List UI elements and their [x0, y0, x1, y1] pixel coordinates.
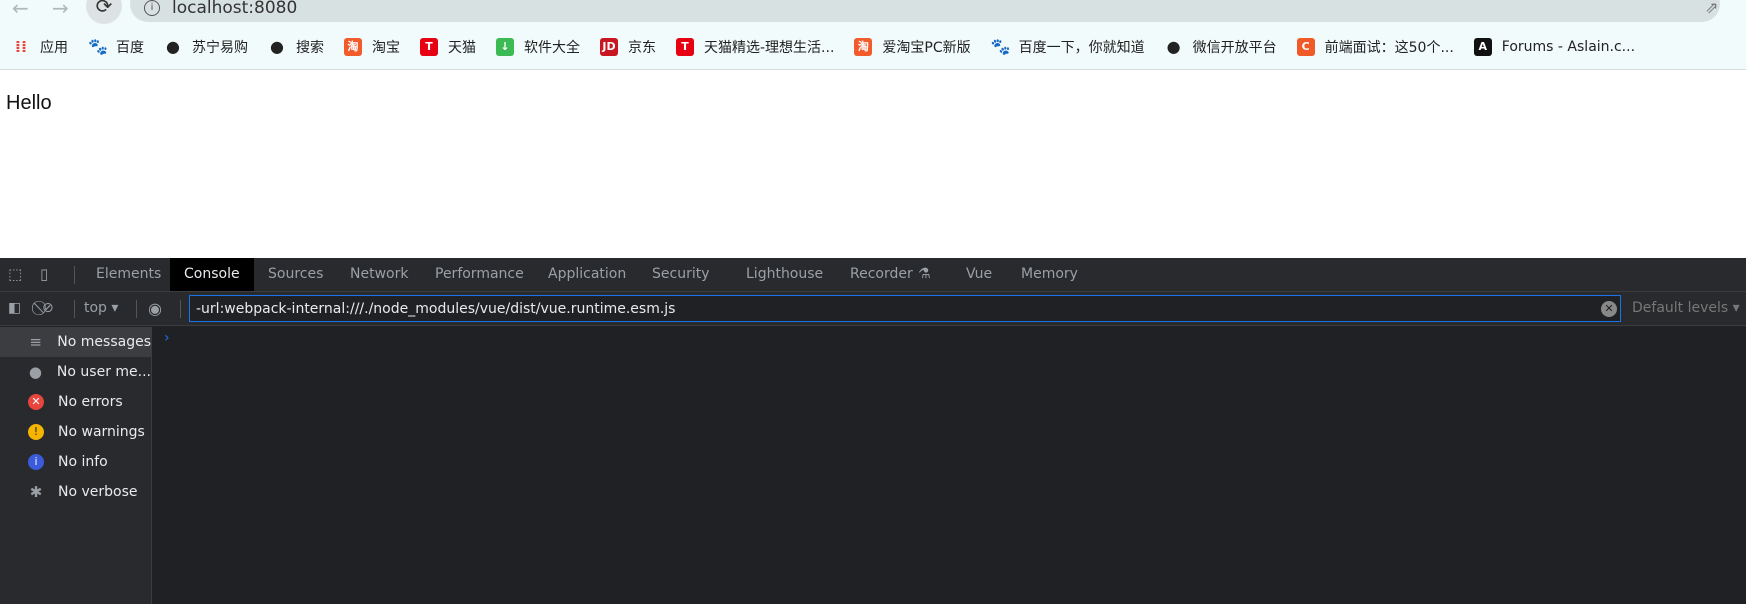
sidebar-toggle-icon[interactable]: ◧ — [8, 292, 21, 325]
sidebar-item[interactable]: ✕ No errors — [0, 387, 151, 417]
warning-icon: ! — [28, 424, 44, 440]
page-text: Hello — [6, 92, 52, 114]
baidu-paw-icon: 🐾 — [88, 36, 108, 56]
live-expression-eye-icon[interactable]: ◉ — [148, 292, 162, 325]
sidebar-item[interactable]: ● No user me... — [0, 357, 151, 387]
clear-filter-icon[interactable]: ✕ — [1601, 301, 1617, 317]
site-info-icon[interactable]: i — [144, 0, 160, 16]
console-prompt-icon[interactable]: › — [164, 330, 170, 346]
sidebar-label: No errors — [58, 394, 123, 410]
console-toolbar: ◧ ⃠⊘ top ▾ ◉ ✕ Default levels ▾ — [0, 292, 1746, 326]
bookmark-label: 搜索 — [296, 39, 324, 56]
info-icon: i — [28, 454, 44, 470]
tab-security[interactable]: Security — [652, 258, 710, 291]
bookmark-label: Forums - Aslain.c... — [1501, 38, 1636, 55]
tab-console[interactable]: Console — [170, 258, 254, 291]
devtools-panel: ⬚ ▯ Elements Console Sources Network Perform… — [0, 258, 1746, 604]
url-text: localhost:8080 — [172, 0, 298, 18]
user-icon: ● — [28, 363, 42, 381]
taobao-icon: 淘 — [344, 37, 362, 56]
bookmark-label: 百度一下，你就知道 — [1018, 39, 1145, 56]
console-sidebar: ≡ No messages ● No user me... ✕ No errors! No … — [0, 327, 152, 604]
browser-toolbar: ← → ⟳ i localhost:8080 ⇗ — [0, 0, 1746, 24]
forward-button[interactable]: → — [52, 0, 69, 20]
back-button[interactable]: ← — [12, 0, 29, 20]
jd-icon: JD — [600, 37, 618, 56]
sidebar-label: No user me... — [56, 364, 151, 380]
error-icon: ✕ — [28, 394, 44, 410]
download-icon: ↓ — [496, 37, 514, 56]
device-toggle-icon[interactable]: ▯ — [40, 258, 48, 291]
bookmark-item[interactable]: ● 微信开放平台 — [1165, 37, 1277, 57]
bookmark-item[interactable]: JD 京东 — [600, 37, 656, 57]
bookmark-label: 天猫精选-理想生活... — [704, 39, 835, 56]
sidebar-item[interactable]: ! No warnings — [0, 417, 151, 447]
bookmark-item[interactable]: T 天猫精选-理想生活... — [676, 37, 834, 57]
reload-button[interactable]: ⟳ — [86, 0, 122, 24]
log-levels-dropdown[interactable]: Default levels ▾ — [1632, 292, 1740, 325]
bug-icon: ✱ — [29, 483, 43, 501]
bookmark-item[interactable]: 🐾 百度一下，你就知道 — [991, 37, 1145, 57]
sidebar-label: No warnings — [58, 424, 145, 440]
bookmark-item[interactable]: 淘淘宝 — [344, 37, 400, 57]
sidebar-label: No messages — [57, 334, 151, 350]
address-bar[interactable]: i localhost:8080 — [130, 0, 1720, 22]
inspect-element-icon[interactable]: ⬚ — [8, 258, 22, 291]
tab-network[interactable]: Network — [350, 258, 408, 291]
tab-sources[interactable]: Sources — [268, 258, 323, 291]
bookmark-label: 软件大全 — [524, 39, 580, 56]
bookmark-label: 爱淘宝PC新版 — [882, 39, 971, 56]
experimental-flask-icon: ⚗ — [918, 266, 931, 282]
tab-application[interactable]: Application — [548, 258, 626, 291]
globe-icon: ● — [1166, 36, 1181, 56]
bookmark-item[interactable]: ↓ 软件大全 — [496, 37, 580, 57]
apps-grid-icon: ⁞⁞ — [14, 36, 28, 56]
aslain-icon: A — [1473, 37, 1492, 56]
bookmark-label: 京东 — [628, 39, 656, 56]
bookmark-item[interactable]: C 前端面试：这50个... — [1296, 37, 1454, 57]
taobao-icon: 淘 — [854, 37, 873, 56]
bookmark-item[interactable]: 🐾 百度 — [88, 37, 144, 57]
list-icon: ≡ — [29, 333, 42, 351]
bookmark-label: 淘宝 — [372, 39, 400, 56]
console-filter-input[interactable] — [189, 295, 1621, 322]
devtools-tabbar: ⬚ ▯ Elements Console Sources Network Perform… — [0, 258, 1746, 292]
bookmark-label: 苏宁易购 — [192, 39, 248, 56]
context-selector[interactable]: top ▾ — [84, 292, 118, 325]
tab-lighthouse[interactable]: Lighthouse — [746, 258, 823, 291]
tmall-icon: T — [676, 37, 694, 56]
bookmark-label: 前端面试：这50个... — [1324, 39, 1454, 56]
tab-memory[interactable]: Memory — [1021, 258, 1078, 291]
sidebar-item[interactable]: ✱ No verbose — [0, 477, 151, 507]
bookmark-item[interactable]: ● 苏宁易购 — [164, 37, 248, 57]
tab-recorder[interactable]: Recorder — [850, 258, 913, 291]
bookmarks-bar: ⁞⁞ 应用 🐾 百度 ● 苏宁易购 ● 搜索淘淘宝 T 天猫 ↓ 软件大全 JD 京东 T 天猫精选-理想生活… — [0, 24, 1746, 70]
tab-elements[interactable]: Elements — [96, 258, 161, 291]
globe-icon: ● — [270, 36, 284, 56]
sidebar-item[interactable]: ≡ No messages — [0, 327, 151, 357]
clear-console-icon[interactable]: ⃠⊘ — [42, 292, 54, 325]
bookmark-label: 天猫 — [448, 39, 476, 56]
sidebar-item[interactable]: i No info — [0, 447, 151, 477]
bookmark-label: 应用 — [40, 39, 68, 56]
tab-vue[interactable]: Vue — [966, 258, 992, 291]
share-icon[interactable]: ⇗ — [1705, 0, 1718, 17]
tmall-icon: T — [420, 37, 438, 56]
globe-icon: ● — [166, 36, 180, 56]
bookmark-item[interactable]: 淘爱淘宝PC新版 — [854, 37, 971, 57]
csdn-icon: C — [1296, 37, 1315, 56]
bookmark-label: 百度 — [116, 39, 144, 56]
bookmark-item[interactable]: T 天猫 — [420, 37, 476, 57]
bookmark-item[interactable]: ⁞⁞ 应用 — [12, 37, 68, 57]
bookmark-item[interactable]: A Forums - Aslain.c... — [1473, 37, 1636, 56]
sidebar-label: No verbose — [58, 484, 138, 500]
tab-performance[interactable]: Performance — [435, 258, 524, 291]
baidu-paw-icon: 🐾 — [990, 36, 1011, 56]
sidebar-label: No info — [58, 454, 108, 470]
bookmark-item[interactable]: ● 搜索 — [268, 37, 324, 57]
bookmark-label: 微信开放平台 — [1192, 39, 1277, 56]
